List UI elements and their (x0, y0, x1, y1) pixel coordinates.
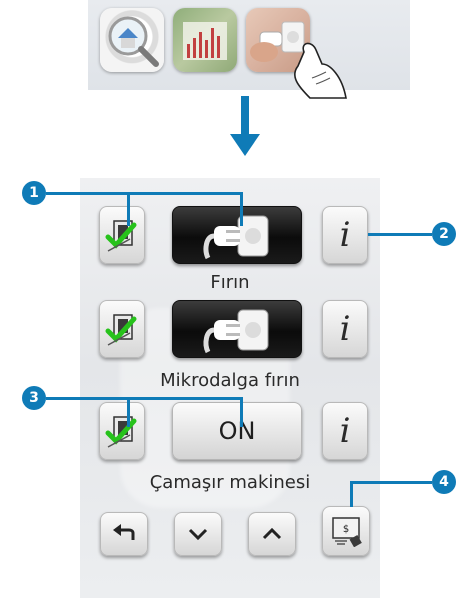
scroll-up-button[interactable] (248, 512, 296, 556)
energy-monitor-thumbnail[interactable] (100, 8, 164, 72)
svg-text:$: $ (343, 524, 349, 535)
device-state-button-2[interactable] (172, 300, 302, 358)
device-state-button-1[interactable] (172, 206, 302, 264)
magnifier-house-icon (108, 16, 159, 67)
plug-check-button-1[interactable] (99, 206, 145, 264)
info-button-1[interactable]: i (322, 206, 368, 264)
info-icon: i (339, 215, 351, 255)
tariff-icon: $ (332, 517, 362, 547)
device-name-1: Fırın (210, 272, 250, 293)
chevron-up-icon (262, 527, 282, 540)
plug-icon (203, 215, 269, 260)
device-state-label: ON (218, 417, 256, 445)
plug-check-button-2[interactable] (99, 300, 145, 358)
callout-3: 3 (22, 386, 46, 410)
finger-tap-icon (294, 42, 347, 99)
info-icon: i (339, 411, 351, 451)
consumption-chart-icon (183, 22, 227, 60)
consumption-thumbnail[interactable] (173, 8, 237, 72)
device-state-button-3[interactable]: ON (172, 402, 302, 460)
device-name-3: Çamaşır makinesi (149, 472, 311, 493)
plug-check-icon (105, 220, 137, 252)
plug-check-icon (105, 314, 137, 346)
chevron-down-icon (188, 528, 208, 541)
info-button-2[interactable]: i (322, 300, 368, 358)
info-button-3[interactable]: i (322, 402, 368, 460)
callout-1: 1 (22, 181, 46, 205)
scroll-down-button[interactable] (174, 512, 222, 556)
back-arrow-icon (113, 524, 135, 540)
down-arrow-icon (230, 96, 260, 156)
device-name-2: Mikrodalga fırın (160, 370, 300, 391)
callout-2: 2 (432, 222, 456, 246)
back-button[interactable] (100, 512, 148, 556)
tariff-button[interactable]: $ (322, 506, 370, 556)
plug-check-button-3[interactable] (99, 402, 145, 460)
plug-icon (203, 309, 269, 354)
info-icon: i (339, 309, 351, 349)
callout-4: 4 (432, 470, 456, 494)
function-strip (88, 0, 410, 90)
plug-check-icon (105, 416, 137, 448)
